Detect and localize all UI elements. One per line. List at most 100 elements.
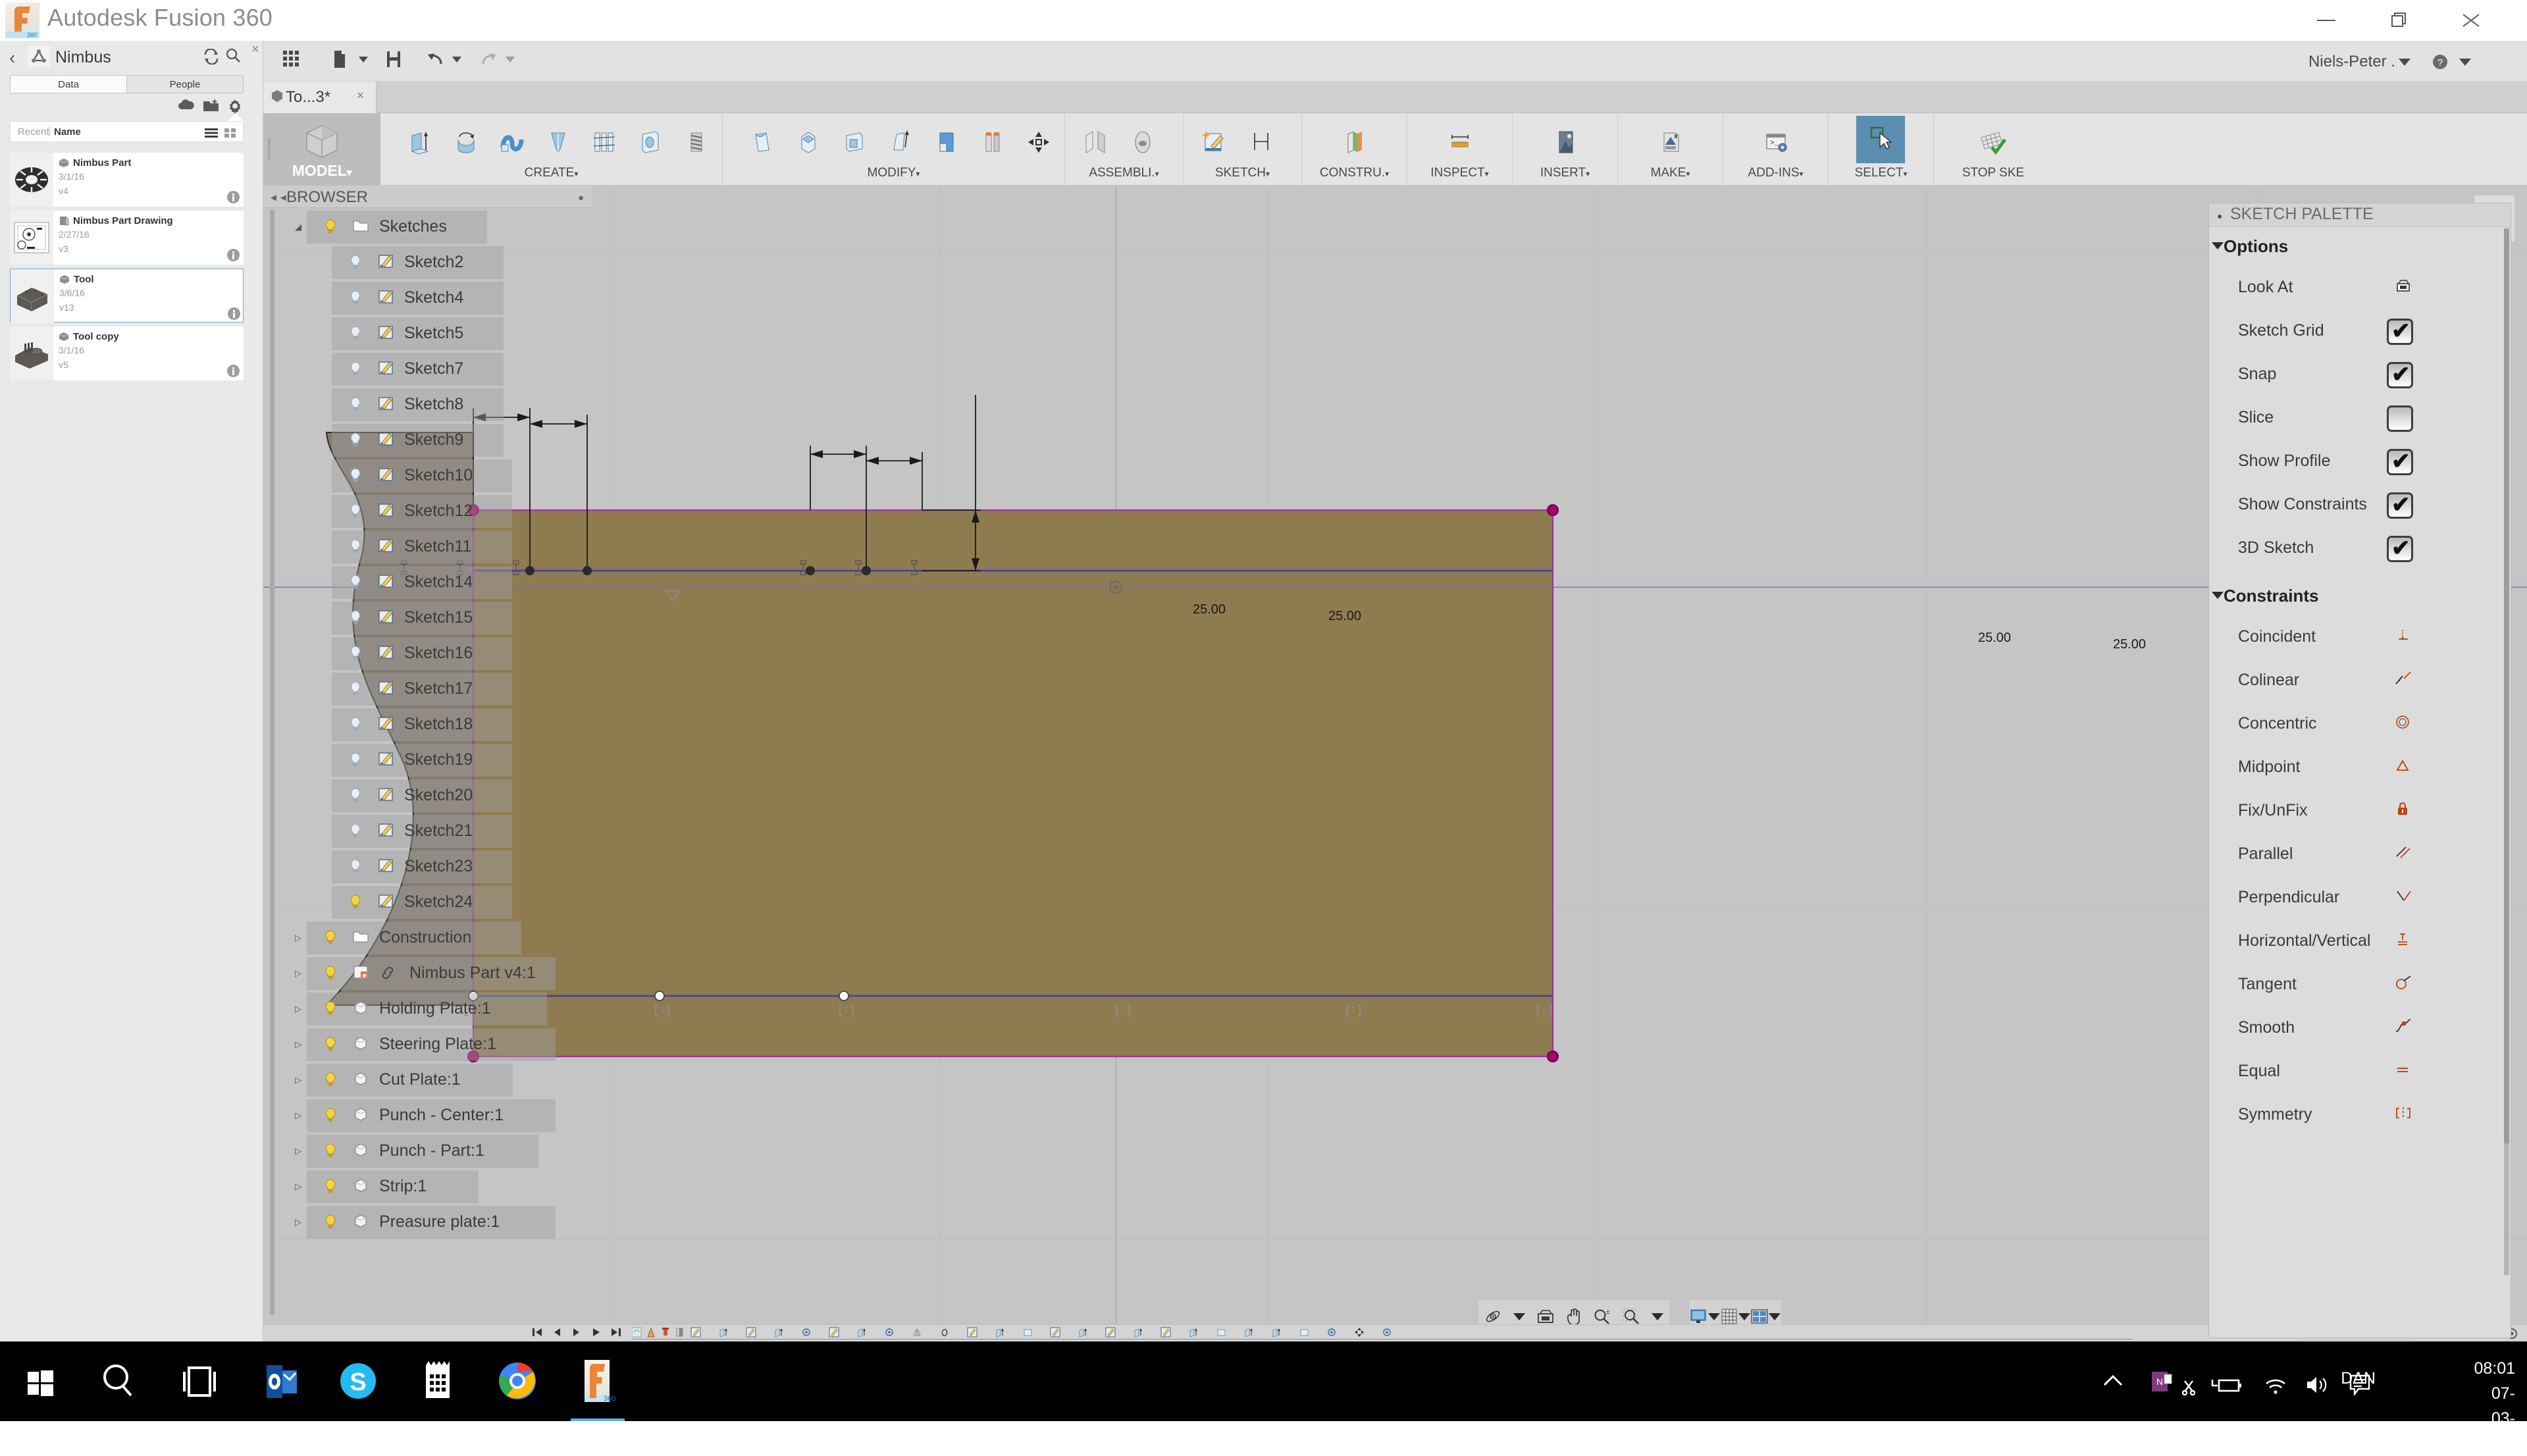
sweep-icon[interactable] xyxy=(498,128,527,157)
fusion360-button[interactable]: 360 xyxy=(558,1341,637,1421)
refresh-icon[interactable] xyxy=(203,49,220,68)
expander-icon[interactable]: ▷ xyxy=(295,1075,301,1085)
new-folder-icon[interactable] xyxy=(203,98,219,116)
visibility-bulb-icon[interactable] xyxy=(349,397,362,415)
perpendicular-icon[interactable] xyxy=(2395,888,2412,907)
tree-row[interactable]: Sketch4 xyxy=(263,280,592,316)
zoom-dropdown-icon[interactable] xyxy=(1651,1312,1664,1324)
visibility-bulb-icon[interactable] xyxy=(324,966,337,983)
visibility-bulb-icon[interactable] xyxy=(349,326,362,344)
clock-time[interactable]: 08:01 xyxy=(2474,1356,2515,1381)
3d-print-icon[interactable] xyxy=(1656,128,1685,157)
tangent-icon[interactable] xyxy=(2395,975,2412,994)
palette-row[interactable]: Equal xyxy=(2209,1056,2511,1087)
palette-row[interactable]: 3D Sketch✔ xyxy=(2209,533,2511,563)
dimension-icon[interactable] xyxy=(1247,128,1276,157)
tab-people[interactable]: People xyxy=(126,76,243,93)
language-indicator[interactable]: DAN xyxy=(2341,1369,2376,1388)
search-icon[interactable] xyxy=(225,47,241,68)
search-button[interactable] xyxy=(80,1341,159,1421)
midpoint-icon[interactable] xyxy=(2395,758,2410,777)
visibility-bulb-icon[interactable] xyxy=(349,575,362,592)
chevron-down-icon[interactable] xyxy=(2212,592,2224,599)
chevron-down-icon[interactable] xyxy=(2398,57,2411,70)
palette-row[interactable]: Symmetry xyxy=(2209,1100,2511,1130)
horiz-vert-icon[interactable] xyxy=(2395,931,2410,950)
undo-icon[interactable] xyxy=(427,51,444,71)
list-item[interactable]: Nimbus Part 3/1/16 v4 xyxy=(10,153,244,207)
tree-row[interactable]: ▷Strip:1 xyxy=(263,1169,592,1205)
sort-recent[interactable]: Recent xyxy=(18,126,49,138)
tree-row[interactable]: Sketch19 xyxy=(263,742,592,778)
visibility-bulb-icon[interactable] xyxy=(349,752,362,770)
tree-row[interactable]: ▷Steering Plate:1 xyxy=(263,1027,592,1062)
user-name[interactable]: Niels-Peter . xyxy=(2308,53,2395,71)
step-back-icon[interactable] xyxy=(552,1327,562,1341)
visibility-bulb-icon[interactable] xyxy=(324,1072,337,1090)
expander-icon[interactable]: ◢ xyxy=(295,222,301,232)
visibility-bulb-icon[interactable] xyxy=(324,219,337,237)
checkbox[interactable]: ✔ xyxy=(2387,362,2413,388)
start-button[interactable] xyxy=(0,1341,80,1421)
tree-row[interactable]: Sketch11 xyxy=(263,529,592,565)
list-item[interactable]: Nimbus Part Drawing 2/27/16 v3 xyxy=(10,211,244,265)
play-forward-icon[interactable] xyxy=(591,1327,602,1341)
parallel-icon[interactable] xyxy=(2395,845,2412,864)
equal-icon[interactable] xyxy=(2395,1062,2410,1081)
new-file-icon[interactable] xyxy=(333,51,346,71)
expander-icon[interactable]: ▷ xyxy=(295,1039,301,1050)
tree-row[interactable]: Sketch16 xyxy=(263,636,592,671)
grid-dropdown-icon[interactable] xyxy=(1738,1312,1751,1324)
tree-row[interactable]: Sketch7 xyxy=(263,351,592,387)
extrude-icon[interactable] xyxy=(405,128,434,157)
visibility-bulb-icon[interactable] xyxy=(324,1214,337,1232)
revolve-icon[interactable] xyxy=(452,128,481,157)
redo-icon[interactable] xyxy=(481,51,498,71)
checkbox[interactable]: ✔ xyxy=(2387,492,2413,519)
construction-plane-icon[interactable] xyxy=(1340,128,1369,157)
palette-section-header[interactable]: Constraints xyxy=(2213,586,2318,606)
colinear-icon[interactable]: / xyxy=(2395,671,2412,690)
upload-cloud-icon[interactable] xyxy=(178,98,195,116)
tree-row[interactable]: ▷Punch - Center:1 xyxy=(263,1098,592,1133)
visibility-bulb-icon[interactable] xyxy=(349,823,362,841)
clock-date[interactable]: 07-03-2016 xyxy=(2474,1381,2515,1456)
palette-row[interactable]: Show Profile✔ xyxy=(2209,446,2511,477)
tree-row[interactable]: ▷Construction xyxy=(263,920,592,956)
fillet-icon[interactable] xyxy=(794,128,823,157)
tree-row[interactable]: Sketch21 xyxy=(263,814,592,849)
info-icon[interactable] xyxy=(227,365,240,380)
visibility-bulb-icon[interactable] xyxy=(324,1143,337,1161)
redo-dropdown-icon[interactable] xyxy=(504,51,516,71)
maximize-button[interactable] xyxy=(2362,0,2435,41)
tree-row[interactable]: Sketch15 xyxy=(263,600,592,636)
tree-row[interactable]: ▷Preasure plate:1 xyxy=(263,1205,592,1240)
show-hidden-icons-icon[interactable] xyxy=(2102,1373,2124,1392)
expander-icon[interactable]: ▷ xyxy=(295,933,301,943)
measure-icon[interactable] xyxy=(1446,128,1474,157)
help-icon[interactable]: ? xyxy=(2432,54,2448,73)
visibility-bulb-icon[interactable] xyxy=(349,610,362,628)
loft-icon[interactable] xyxy=(544,128,573,157)
tree-row[interactable]: ◢Sketches xyxy=(263,209,592,245)
coincident-icon[interactable] xyxy=(2395,627,2410,646)
palette-section-header[interactable]: Options xyxy=(2213,236,2288,257)
smooth-icon[interactable] xyxy=(2395,1018,2412,1037)
visibility-bulb-icon[interactable] xyxy=(349,681,362,699)
tree-row[interactable]: ▷Cut Plate:1 xyxy=(263,1062,592,1098)
tree-row[interactable]: Sketch14 xyxy=(263,565,592,600)
concentric-icon[interactable] xyxy=(2395,714,2410,733)
palette-row[interactable]: Snap✔ xyxy=(2209,359,2511,390)
expander-icon[interactable]: ▷ xyxy=(295,1182,301,1192)
palette-row[interactable]: Concentric xyxy=(2209,709,2511,739)
collapse-left-icon[interactable]: ◄◄ xyxy=(269,192,288,203)
material-icon[interactable] xyxy=(978,128,1007,157)
visibility-bulb-icon[interactable] xyxy=(324,930,337,948)
list-view-icon[interactable] xyxy=(205,128,218,141)
tree-row[interactable]: Sketch17 xyxy=(263,671,592,707)
tree-row[interactable]: Sketch2 xyxy=(263,245,592,280)
palette-row[interactable]: Look At xyxy=(2209,273,2511,303)
draft-icon[interactable] xyxy=(886,128,915,157)
close-icon[interactable]: × xyxy=(357,89,364,103)
rib-icon[interactable] xyxy=(590,128,619,157)
